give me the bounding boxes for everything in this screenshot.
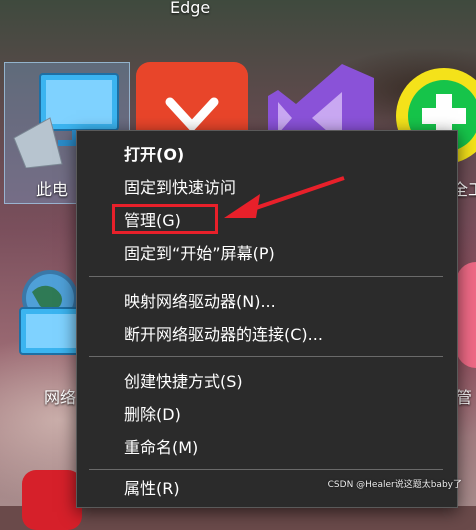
network-label: 网络 <box>44 388 77 407</box>
menu-item-create-shortcut[interactable]: 创建快捷方式(S) <box>77 366 457 398</box>
menu-separator <box>89 469 443 470</box>
red-arrow-icon <box>224 176 345 218</box>
csdn-watermark: CSDN @Healer说这题太baby了 <box>327 480 462 490</box>
menu-item-disconnect-network-drive[interactable]: 断开网络驱动器的连接(C)... <box>77 319 457 351</box>
menu-item-delete[interactable]: 删除(D) <box>77 399 457 431</box>
menu-separator <box>89 356 443 357</box>
pink-app-icon[interactable] <box>456 262 476 368</box>
menu-separator <box>89 276 443 277</box>
edge-icon-label[interactable]: Edge <box>170 0 210 17</box>
menu-item-map-network-drive[interactable]: 映射网络驱动器(N)... <box>77 286 457 318</box>
right-app-label-2: 管 <box>456 388 473 407</box>
this-pc-label: 此电 <box>36 180 69 199</box>
menu-item-pin-start[interactable]: 固定到“开始”屏幕(P) <box>77 238 457 270</box>
menu-item-rename[interactable]: 重命名(M) <box>77 432 457 464</box>
manage-highlight-box <box>112 204 218 234</box>
bottom-red-app-icon[interactable] <box>22 470 82 530</box>
menu-item-open[interactable]: 打开(O) <box>77 139 457 171</box>
